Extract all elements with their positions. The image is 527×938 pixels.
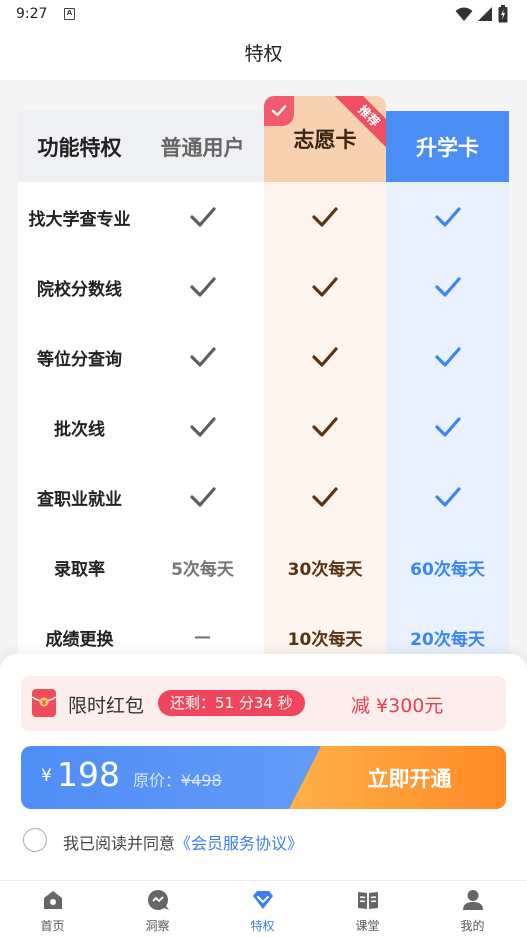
status-bar: 9:27 A xyxy=(0,0,527,30)
tab-privilege[interactable]: 特权 xyxy=(210,881,315,938)
check-icon xyxy=(386,182,509,252)
profile-icon xyxy=(463,890,483,910)
table-row: 等位分查询 xyxy=(18,322,509,392)
header-shengxue-card[interactable]: 升学卡 xyxy=(386,111,509,182)
purchase-panel: 限时红包 还剩：51 分34 秒 减 ¥300元 ¥ 198 原价：¥498 立… xyxy=(0,654,527,880)
original-price: 原价：¥498 xyxy=(133,767,222,791)
bottom-tab-bar: 首页 洞察 特权 课堂 我的 xyxy=(0,880,527,938)
signal-icon xyxy=(478,7,492,21)
tab-profile[interactable]: 我的 xyxy=(420,881,525,938)
price: 198 xyxy=(57,755,120,794)
tab-home[interactable]: 首页 xyxy=(0,881,105,938)
header-normal-user: 普通用户 xyxy=(141,111,264,182)
classroom-icon xyxy=(358,892,378,909)
agreement-link[interactable]: 《会员服务协议》 xyxy=(175,834,303,853)
selected-badge xyxy=(264,96,294,126)
tab-insight[interactable]: 洞察 xyxy=(105,881,210,938)
check-icon xyxy=(141,252,264,322)
check-icon xyxy=(141,462,264,532)
countdown-badge: 还剩：51 分34 秒 xyxy=(158,690,305,716)
header-feature: 功能特权 xyxy=(18,111,141,182)
original-price-label: 原价： xyxy=(133,771,182,790)
limit-value: 5次每天 xyxy=(171,559,234,580)
feature-name: 批次线 xyxy=(54,419,105,440)
agreement-label: 我已阅读并同意 xyxy=(63,834,176,853)
check-icon xyxy=(141,392,264,462)
check-icon xyxy=(264,252,386,322)
currency-symbol: ¥ xyxy=(41,766,52,786)
check-icon xyxy=(271,105,287,117)
check-icon xyxy=(386,392,509,462)
feature-name: 院校分数线 xyxy=(37,279,122,300)
table-row: 批次线 xyxy=(18,392,509,462)
tab-insight-label: 洞察 xyxy=(145,919,170,933)
feature-name: 找大学查专业 xyxy=(28,209,131,230)
agreement-checkbox[interactable] xyxy=(23,828,47,852)
check-icon xyxy=(386,462,509,532)
red-packet-icon xyxy=(31,689,57,717)
table-row: 查职业就业 xyxy=(18,462,509,532)
privilege-icon xyxy=(253,891,273,909)
original-price-value: ¥498 xyxy=(181,771,222,790)
limit-value: 30次每天 xyxy=(287,559,363,580)
header-zhiyuan-label: 志愿卡 xyxy=(293,128,357,152)
check-icon xyxy=(386,252,509,322)
red-packet-banner: 限时红包 还剩：51 分34 秒 减 ¥300元 xyxy=(21,676,506,731)
limit-value: 60次每天 xyxy=(410,559,485,580)
tab-home-label: 首页 xyxy=(40,919,65,933)
table-row: 录取率 5次每天 30次每天 60次每天 xyxy=(18,532,509,602)
purchase-bar: ¥ 198 原价：¥498 立即开通 xyxy=(21,746,506,809)
table-row: 院校分数线 xyxy=(18,252,509,322)
check-icon xyxy=(264,182,386,252)
tab-privilege-label: 特权 xyxy=(250,919,275,933)
feature-name: 查职业就业 xyxy=(37,489,122,510)
privilege-comparison-table: 功能特权 普通用户 志愿卡 推荐 升学卡 找大学查专业 院校分数线等位分查询批次线… xyxy=(18,96,509,656)
check-icon xyxy=(141,182,264,252)
battery-icon xyxy=(498,5,508,23)
discount-text: 减 ¥300元 xyxy=(351,695,444,717)
open-now-button[interactable]: 立即开通 xyxy=(289,746,506,809)
check-icon xyxy=(264,322,386,392)
check-icon xyxy=(141,322,264,392)
tab-classroom-label: 课堂 xyxy=(355,919,380,933)
check-icon xyxy=(264,462,386,532)
page-title: 特权 xyxy=(244,43,283,65)
table-row: 找大学查专业 xyxy=(18,182,509,252)
status-time: 9:27 xyxy=(16,6,48,22)
tab-classroom[interactable]: 课堂 xyxy=(315,881,420,938)
tab-profile-label: 我的 xyxy=(460,919,485,933)
sim-icon: A xyxy=(64,8,75,20)
header-zhiyuan-card[interactable]: 志愿卡 推荐 xyxy=(264,96,386,182)
red-packet-label: 限时红包 xyxy=(68,695,145,717)
check-icon xyxy=(386,322,509,392)
agreement-text: 我已阅读并同意《会员服务协议》 xyxy=(63,830,303,854)
wifi-icon xyxy=(455,7,473,21)
insight-icon xyxy=(148,890,169,910)
feature-name: 录取率 xyxy=(54,559,105,580)
home-icon xyxy=(44,891,62,909)
feature-name: 等位分查询 xyxy=(37,349,122,370)
title-bar: 特权 xyxy=(0,30,527,80)
check-icon xyxy=(264,392,386,462)
